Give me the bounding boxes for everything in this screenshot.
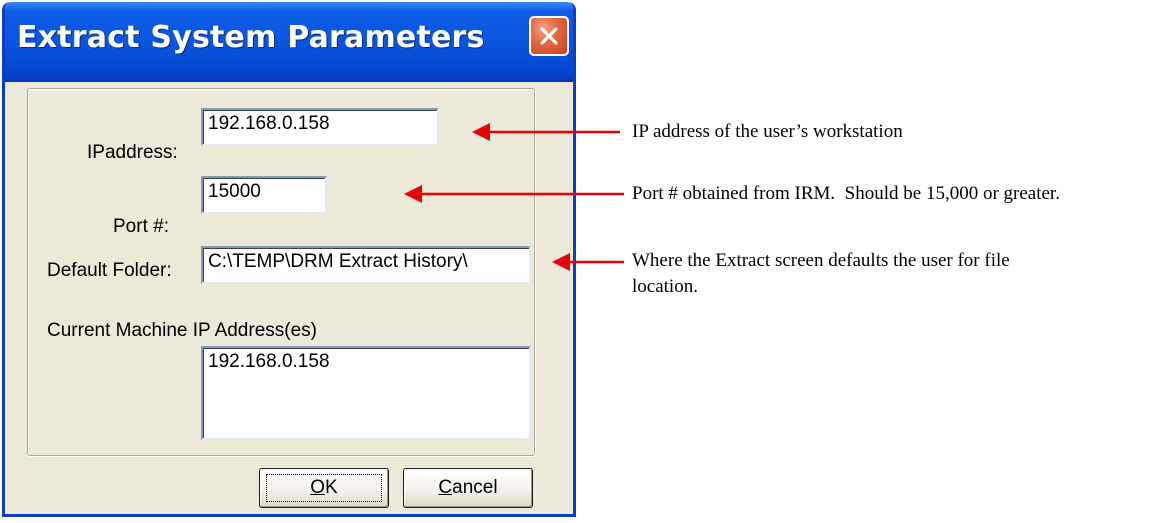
cancel-label-mnemonic: C — [438, 477, 453, 498]
current-ip-label: Current Machine IP Address(es) — [47, 320, 317, 341]
port-annotation: Port # obtained from IRM. Should be 15,0… — [632, 183, 1060, 204]
folder-annotation-line2: location. — [632, 276, 698, 297]
default-folder-label: Default Folder: — [47, 260, 172, 281]
cancel-button[interactable]: Cancel — [403, 468, 533, 508]
ip-address-label: IPaddress: — [87, 142, 178, 163]
current-ip-list[interactable]: 192.168.0.158 — [201, 346, 531, 440]
ip-arrow — [472, 123, 620, 141]
default-folder-input[interactable]: C:\TEMP\DRM Extract History\ — [201, 246, 531, 284]
extract-system-parameters-dialog: Extract System Parameters IPaddress: 192… — [2, 2, 576, 517]
port-arrow — [404, 185, 624, 203]
folder-arrow — [552, 253, 624, 271]
focus-rectangle — [266, 474, 382, 502]
close-button[interactable] — [529, 16, 569, 56]
ip-annotation: IP address of the user’s workstation — [632, 121, 903, 142]
folder-annotation-line1: Where the Extract screen defaults the us… — [632, 250, 1010, 271]
title-bar[interactable]: Extract System Parameters — [5, 2, 573, 82]
ip-address-input[interactable]: 192.168.0.158 — [201, 108, 439, 146]
port-label: Port #: — [113, 216, 169, 237]
cancel-label-rest: ancel — [452, 477, 498, 498]
dialog-title: Extract System Parameters — [17, 20, 485, 55]
ok-button[interactable]: OK — [259, 468, 389, 508]
port-input[interactable]: 15000 — [201, 176, 327, 214]
close-icon — [540, 27, 558, 45]
